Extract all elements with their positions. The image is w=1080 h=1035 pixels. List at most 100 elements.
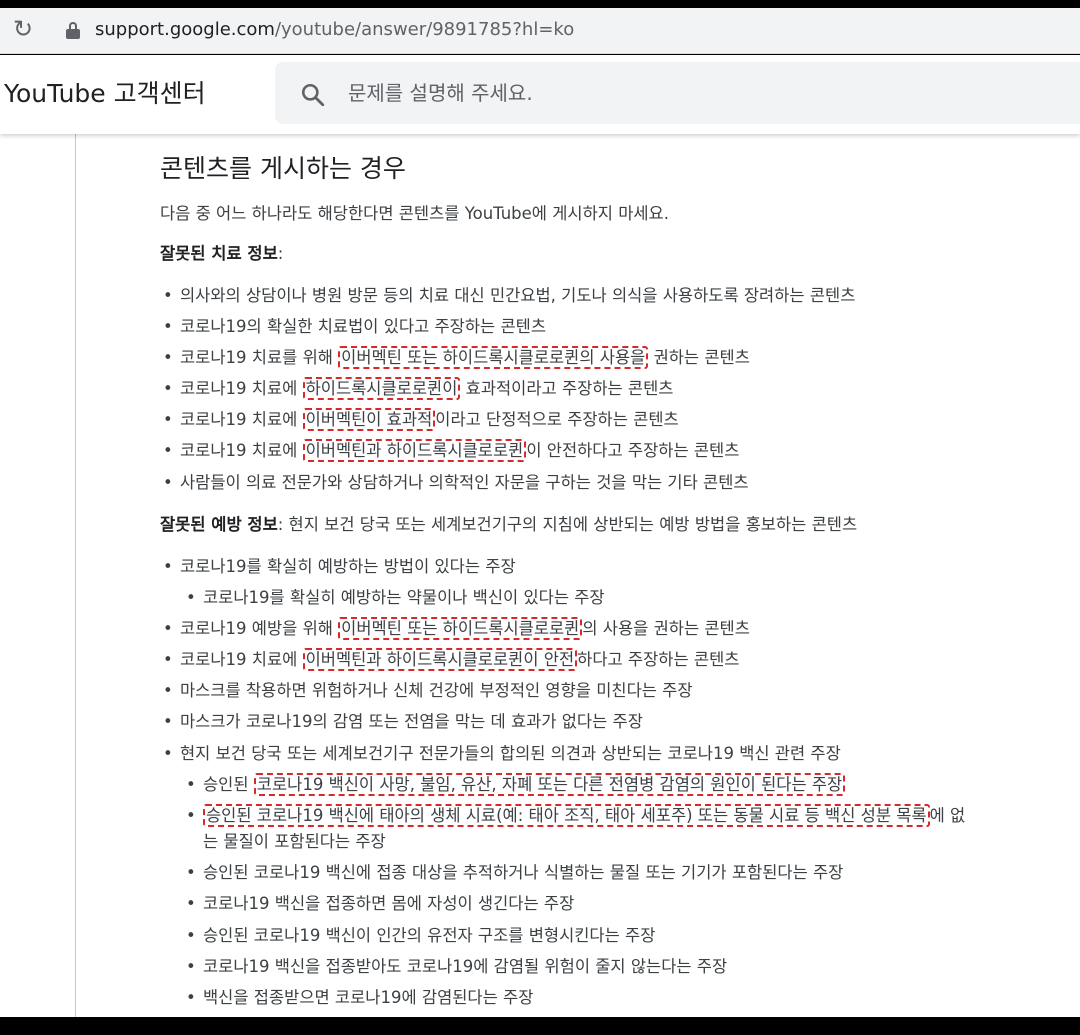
list-item-text: 코로나19 치료에 — [180, 650, 303, 669]
bullet: • — [163, 557, 173, 576]
list-item-text: 코로나19 치료에 — [180, 379, 303, 398]
prevention-label: 잘못된 예방 정보 — [160, 515, 278, 534]
search-icon[interactable] — [300, 82, 326, 108]
reload-icon[interactable]: ↻ — [10, 16, 36, 42]
list-item: • 코로나19 예방을 위해 이버멕틴 또는 하이드록시클로로퀸 의 사용을 권하는… — [163, 617, 750, 641]
intro-paragraph: 다음 중 어느 하나라도 해당한다면 콘텐츠를 YouTube에 게시하지 마세… — [160, 204, 669, 223]
list-item-text: 승인된 코로나19 백신에 접종 대상을 추적하거나 식별하는 물질 또는 기기… — [203, 863, 844, 882]
list-item: • 승인된 코로나19 백신에 접종 대상을 추적하거나 식별하는 물질 또는 기… — [186, 861, 844, 885]
list-item-text: 효과적이라고 주장하는 콘텐츠 — [460, 379, 674, 398]
highlighted-phrase: 코로나19 백신이 사망, 불임, 유산, 자폐 또는 다른 전염병 감염의 원… — [253, 773, 846, 796]
list-item: • 승인된 코로나19 백신이 사망, 불임, 유산, 자폐 또는 다른 전염병 … — [186, 773, 846, 797]
list-item-text: 코로나19 예방을 위해 — [180, 619, 339, 638]
browser-address-bar: ↻ support.google.com/youtube/answer/9891… — [0, 8, 1080, 54]
highlighted-phrase: 이버멕틴 또는 하이드록시클로로퀸 — [338, 617, 583, 640]
bullet: • — [163, 473, 173, 492]
list-item: • 코로나19 백신을 접종받아도 코로나19에 감염될 위험이 줄지 않는다는 … — [186, 955, 728, 979]
prevention-heading: 잘못된 예방 정보: 현지 보건 당국 또는 세계보건기구의 지침에 상반되는 … — [160, 513, 857, 537]
list-item: • 승인된 코로나19 백신이 인간의 유전자 구조를 변형시킨다는 주장 — [186, 924, 656, 948]
prevention-text: : 현지 보건 당국 또는 세계보건기구의 지침에 상반되는 예방 방법을 홍보… — [277, 515, 858, 534]
bullet: • — [163, 619, 173, 638]
list-item-text: 이라고 단정적으로 주장하는 콘텐츠 — [435, 410, 679, 429]
list-item: • 코로나19를 확실히 예방하는 방법이 있다는 주장 — [163, 555, 516, 579]
bullet: • — [163, 286, 173, 305]
list-item-text: 코로나19 치료를 위해 — [180, 348, 339, 367]
list-item: • 의사와의 상담이나 병원 방문 등의 치료 대신 민간요법, 기도나 의식을 … — [163, 284, 856, 308]
list-item-text: 코로나19 치료에 — [180, 441, 303, 460]
list-item-text: 권하는 콘텐츠 — [648, 348, 750, 367]
url-path: /youtube/answer/9891785?hl=ko — [274, 19, 575, 40]
list-item-text: 의 사용을 권하는 콘텐츠 — [582, 619, 750, 638]
bullet: • — [186, 926, 196, 945]
bullet: • — [186, 806, 196, 825]
article-body: 콘텐츠를 게시하는 경우 다음 중 어느 하나라도 해당한다면 콘텐츠를 You… — [0, 134, 1080, 1017]
list-item: • 코로나19 치료에 하이드록시클로로퀸이 효과적이라고 주장하는 콘텐츠 — [163, 377, 674, 401]
bullet: • — [163, 712, 173, 731]
list-item: • 코로나19의 확실한 치료법이 있다고 주장하는 콘텐츠 — [163, 315, 546, 339]
list-item-text: 백신을 접종받으면 코로나19에 감염된다는 주장 — [203, 988, 534, 1007]
treatment-label: 잘못된 치료 정보 — [160, 244, 278, 263]
bullet: • — [163, 650, 173, 669]
list-item: • 백신을 접종받으면 코로나19에 감염된다는 주장 — [186, 986, 534, 1010]
list-item-wrap-line: 는 물질이 포함된다는 주장 — [203, 832, 386, 851]
url-text[interactable]: support.google.com/youtube/answer/989178… — [95, 18, 574, 42]
list-item: • 코로나19 백신을 접종하면 몸에 자성이 생긴다는 주장 — [186, 892, 575, 916]
list-item: • 현지 보건 당국 또는 세계보건기구 전문가들의 합의된 의견과 상반되는 코… — [163, 742, 841, 766]
list-item: • 코로나19 치료에 이버멕틴이 효과적 이라고 단정적으로 주장하는 콘텐츠 — [163, 408, 679, 432]
highlighted-phrase: 하이드록시클로로퀸이 — [302, 377, 461, 400]
list-item-text: 승인된 코로나19 백신이 인간의 유전자 구조를 변형시킨다는 주장 — [203, 926, 656, 945]
list-item: • 마스크가 코로나19의 감염 또는 전염을 막는 데 효과가 없다는 주장 — [163, 710, 643, 734]
article-content: 콘텐츠를 게시하는 경우 다음 중 어느 하나라도 해당한다면 콘텐츠를 You… — [0, 134, 1080, 1017]
treatment-colon: : — [277, 244, 284, 263]
bullet: • — [186, 588, 196, 607]
screen-frame-bottom — [0, 1017, 1080, 1035]
list-item-text: 하다고 주장하는 콘텐츠 — [577, 650, 740, 669]
list-item: • 코로나19 치료를 위해 이버멕틴 또는 하이드록시클로로퀸의 사용을 권하는… — [163, 346, 750, 370]
screen-frame-top — [0, 0, 1080, 8]
site-header: YouTube 고객센터 문제를 설명해 주세요. — [0, 55, 1080, 134]
list-item-text: 코로나19를 확실히 예방하는 방법이 있다는 주장 — [180, 557, 516, 576]
list-item: • 코로나19 치료에 이버멕틴과 하이드록시클로로퀸이 안전하다고 주장하는 콘… — [163, 648, 740, 672]
bullet: • — [163, 317, 173, 336]
list-item-text: 이 안전하다고 주장하는 콘텐츠 — [526, 441, 740, 460]
highlighted-phrase: 이버멕틴과 하이드록시클로로퀸 — [302, 439, 527, 462]
bullet: • — [186, 957, 196, 976]
bullet: • — [163, 441, 173, 460]
highlighted-phrase: 이버멕틴과 하이드록시클로로퀸이 안전 — [302, 648, 578, 671]
bullet: • — [163, 379, 173, 398]
bullet: • — [163, 348, 173, 367]
list-item-text: 코로나19의 확실한 치료법이 있다고 주장하는 콘텐츠 — [180, 317, 546, 336]
bullet: • — [163, 744, 173, 763]
highlighted-phrase: 이버멕틴 또는 하이드록시클로로퀸의 사용을 — [338, 346, 649, 369]
bullet: • — [163, 681, 173, 700]
treatment-heading: 잘못된 치료 정보: — [160, 242, 283, 266]
bullet: • — [163, 410, 173, 429]
list-item: • 사람들이 의료 전문가와 상담하거나 의학적인 자문을 구하는 것을 막는 기… — [163, 471, 749, 495]
url-host: support.google.com — [95, 19, 275, 40]
highlighted-phrase: 승인된 코로나19 백신에 태아의 생체 시료(예: 태아 조직, 태아 세포주… — [203, 804, 930, 827]
list-item-text: 사람들이 의료 전문가와 상담하거나 의학적인 자문을 구하는 것을 막는 기타… — [180, 473, 749, 492]
highlighted-phrase: 이버멕틴이 효과적 — [302, 408, 436, 431]
search-placeholder: 문제를 설명해 주세요. — [348, 81, 533, 105]
bullet: • — [186, 775, 196, 794]
list-item-text: 에 없 — [929, 806, 966, 825]
list-item-text: 의사와의 상담이나 병원 방문 등의 치료 대신 민간요법, 기도나 의식을 사… — [180, 286, 856, 305]
list-item-text: 코로나19 치료에 — [180, 410, 303, 429]
list-item-text: 코로나19를 확실히 예방하는 약물이나 백신이 있다는 주장 — [203, 588, 605, 607]
list-item-text: 현지 보건 당국 또는 세계보건기구 전문가들의 합의된 의견과 상반되는 코로… — [180, 744, 841, 763]
list-item-text: 마스크가 코로나19의 감염 또는 전염을 막는 데 효과가 없다는 주장 — [180, 712, 643, 731]
section-heading: 콘텐츠를 게시하는 경우 — [160, 154, 406, 183]
list-item: • 승인된 코로나19 백신에 태아의 생체 시료(예: 태아 조직, 태아 세포… — [186, 804, 966, 828]
lock-icon[interactable] — [66, 22, 80, 39]
bullet: • — [186, 988, 196, 1007]
list-item-text: 코로나19 백신을 접종받아도 코로나19에 감염될 위험이 줄지 않는다는 주… — [203, 957, 728, 976]
list-item: • 마스크를 착용하면 위험하거나 신체 건강에 부정적인 영향을 미친다는 주장 — [163, 679, 693, 703]
list-item: • 코로나19 치료에 이버멕틴과 하이드록시클로로퀸이 안전하다고 주장하는 콘… — [163, 439, 740, 463]
list-item-text: 승인된 — [203, 775, 254, 794]
list-item-text: 코로나19 백신을 접종하면 몸에 자성이 생긴다는 주장 — [203, 894, 575, 913]
site-title[interactable]: YouTube 고객센터 — [4, 77, 206, 111]
list-item: • 코로나19를 확실히 예방하는 약물이나 백신이 있다는 주장 — [186, 586, 605, 610]
list-item-text: 마스크를 착용하면 위험하거나 신체 건강에 부정적인 영향을 미친다는 주장 — [180, 681, 693, 700]
bullet: • — [186, 894, 196, 913]
bullet: • — [186, 863, 196, 882]
